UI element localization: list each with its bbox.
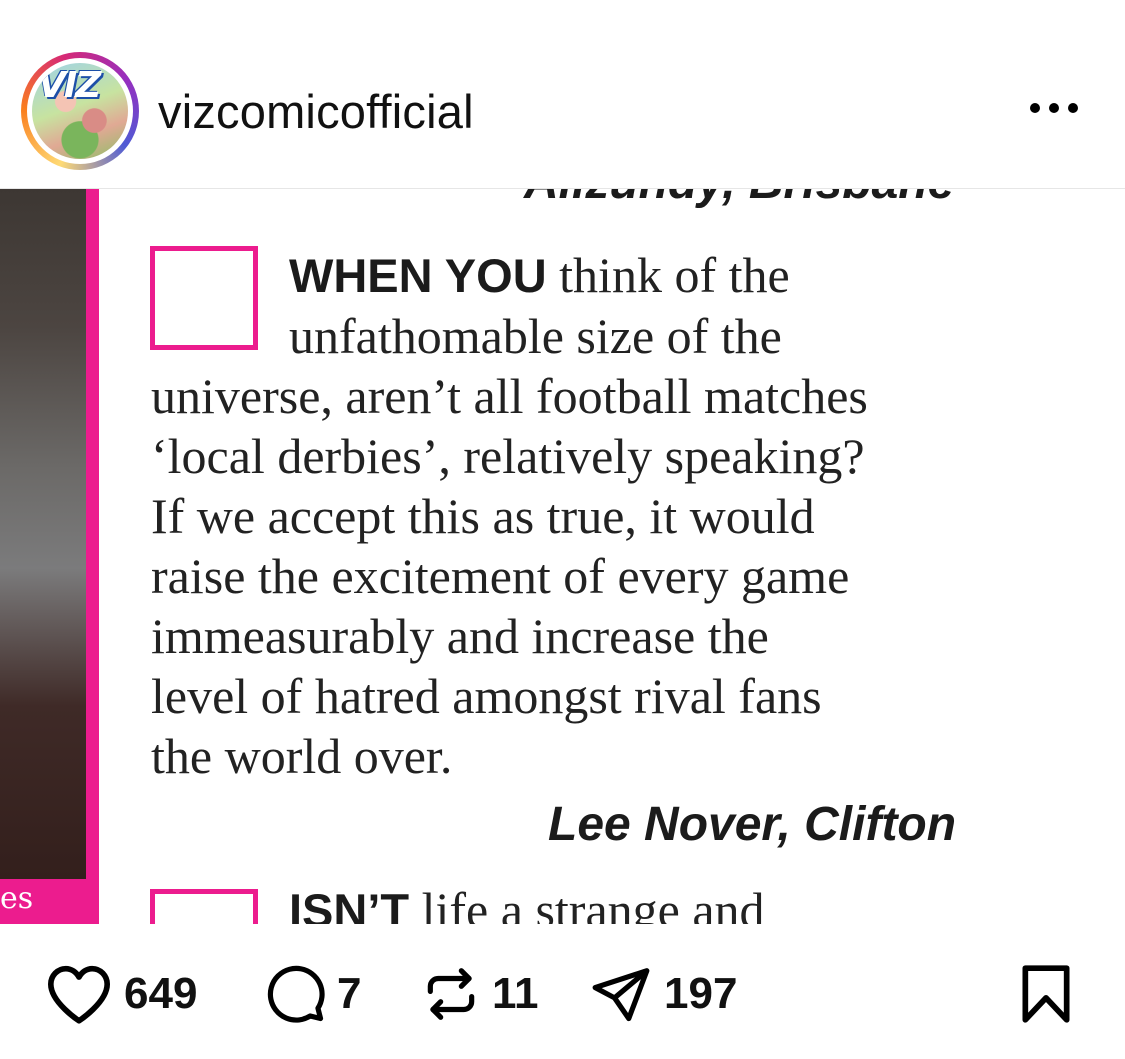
- like-count: 649: [124, 969, 198, 1018]
- magenta-divider: [86, 189, 99, 924]
- like-button[interactable]: 649: [44, 964, 197, 1024]
- avatar-logo: VIZ: [38, 65, 101, 106]
- send-icon: [592, 968, 650, 1022]
- letter-lead: WHEN YOU: [289, 249, 547, 302]
- bookmark-icon: [1022, 965, 1070, 1023]
- save-button[interactable]: [1018, 964, 1074, 1024]
- next-letter-text: ISN’T life a strange and: [289, 882, 765, 924]
- comment-icon: [267, 965, 325, 1023]
- share-count: 197: [664, 969, 738, 1018]
- next-letter-checkbox: [150, 889, 258, 924]
- username[interactable]: vizcomicofficial: [158, 84, 474, 139]
- letter-signature: Lee Nover, Clifton: [548, 798, 957, 851]
- more-options-icon[interactable]: [1030, 96, 1086, 120]
- avatar-image: VIZ: [32, 63, 128, 159]
- repost-icon: [427, 968, 475, 1020]
- previous-signature: Alizundy, Brisbane: [524, 189, 954, 210]
- heart-icon: [48, 965, 110, 1024]
- action-bar: 649 7 11 197: [0, 930, 1125, 1059]
- repost-count: 11: [492, 969, 539, 1018]
- comment-button[interactable]: 7: [265, 964, 361, 1024]
- comment-count: 7: [337, 969, 362, 1018]
- avatar[interactable]: VIZ: [21, 52, 139, 170]
- letter-text: WHEN YOU think of the unfathomable size …: [151, 247, 868, 784]
- repost-button[interactable]: 11: [420, 964, 539, 1024]
- post-image[interactable]: es Alizundy, Brisbane WHEN YOU think of …: [0, 188, 1125, 924]
- photo-strip: [0, 189, 86, 879]
- post-header: VIZ vizcomicofficial: [0, 0, 1125, 188]
- photo-caption: es: [0, 879, 86, 924]
- share-button[interactable]: 197: [588, 964, 737, 1024]
